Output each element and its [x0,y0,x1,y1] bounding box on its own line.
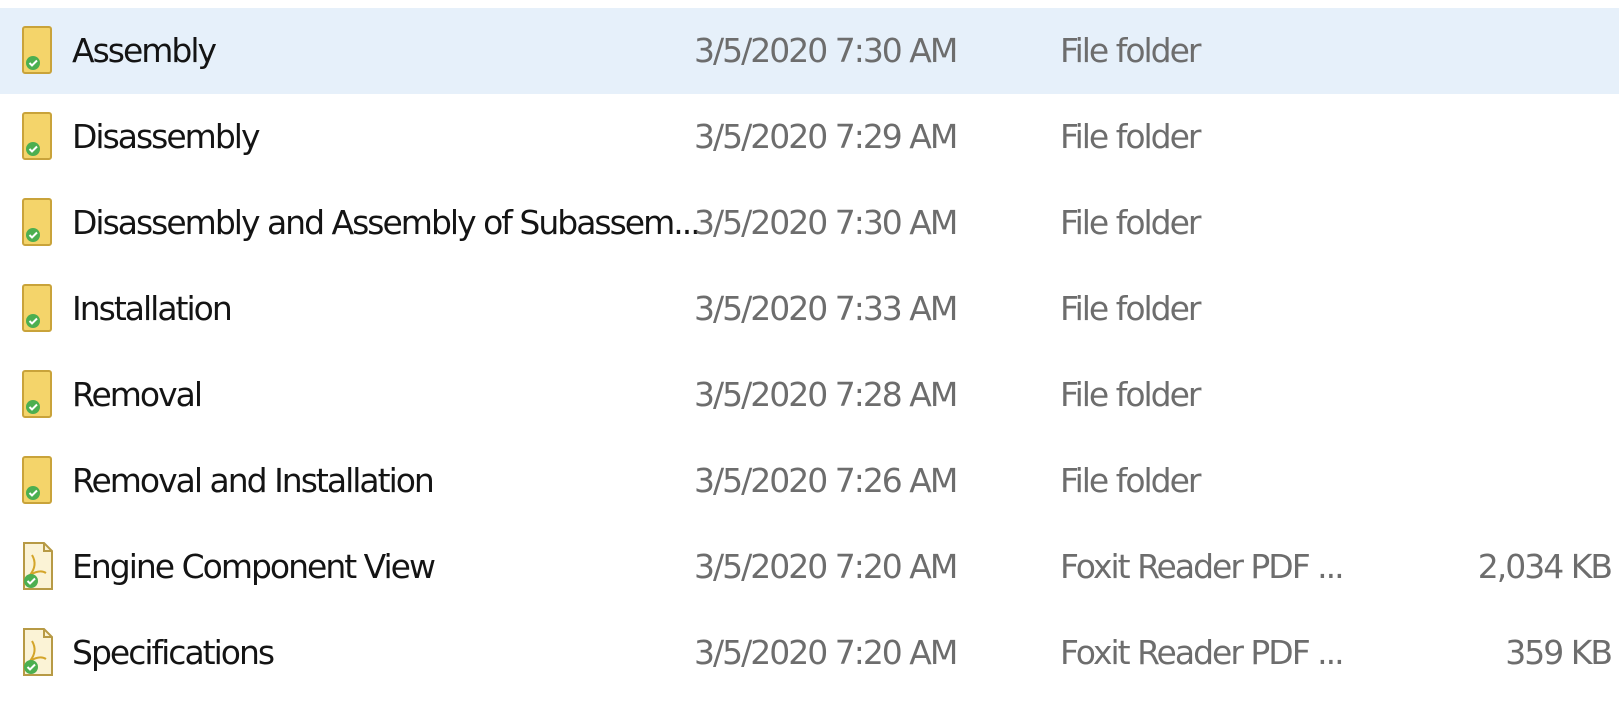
file-size: 359 KB [1505,633,1613,672]
file-date-modified: 3/5/2020 7:33 AM [694,289,958,328]
folder-synced-icon [20,369,56,421]
folder-synced-icon [20,197,56,249]
file-date-modified: 3/5/2020 7:30 AM [694,31,958,70]
file-type: File folder [1060,203,1202,242]
file-type: File folder [1060,117,1202,156]
file-type: Foxit Reader PDF ... [1060,547,1345,586]
file-type: File folder [1060,31,1202,70]
file-type: File folder [1060,289,1202,328]
file-name: Removal and Installation [72,461,435,500]
file-row-removal-and-installation[interactable]: Removal and Installation 3/5/2020 7:26 A… [0,438,1619,524]
file-type: File folder [1060,375,1202,414]
folder-synced-icon [20,25,56,77]
file-size: 2,034 KB [1477,547,1613,586]
file-name: Disassembly and Assembly of Subassem... [72,203,701,242]
file-date-modified: 3/5/2020 7:20 AM [694,633,958,672]
file-name: Disassembly [72,117,260,156]
file-date-modified: 3/5/2020 7:26 AM [694,461,958,500]
folder-synced-icon [20,283,56,335]
file-row-installation[interactable]: Installation 3/5/2020 7:33 AM File folde… [0,266,1619,352]
pdf-file-synced-icon [20,627,56,679]
folder-synced-icon [20,111,56,163]
file-row-assembly[interactable]: Assembly 3/5/2020 7:30 AM File folder [0,8,1619,94]
file-date-modified: 3/5/2020 7:29 AM [694,117,958,156]
file-name: Removal [72,375,203,414]
file-date-modified: 3/5/2020 7:28 AM [694,375,958,414]
file-date-modified: 3/5/2020 7:30 AM [694,203,958,242]
file-row-disassembly-and-assembly[interactable]: Disassembly and Assembly of Subassem... … [0,180,1619,266]
file-row-removal[interactable]: Removal 3/5/2020 7:28 AM File folder [0,352,1619,438]
file-name: Engine Component View [72,547,436,586]
file-list: Assembly 3/5/2020 7:30 AM File folder Di… [0,0,1619,701]
pdf-file-synced-icon [20,541,56,593]
file-name: Assembly [72,31,217,70]
file-type: Foxit Reader PDF ... [1060,633,1345,672]
file-row-specifications[interactable]: Specifications 3/5/2020 7:20 AM Foxit Re… [0,610,1619,696]
file-type: File folder [1060,461,1202,500]
file-name: Specifications [72,633,275,672]
file-row-disassembly[interactable]: Disassembly 3/5/2020 7:29 AM File folder [0,94,1619,180]
file-name: Installation [72,289,233,328]
folder-synced-icon [20,455,56,507]
file-row-engine-component-view[interactable]: Engine Component View 3/5/2020 7:20 AM F… [0,524,1619,610]
file-date-modified: 3/5/2020 7:20 AM [694,547,958,586]
